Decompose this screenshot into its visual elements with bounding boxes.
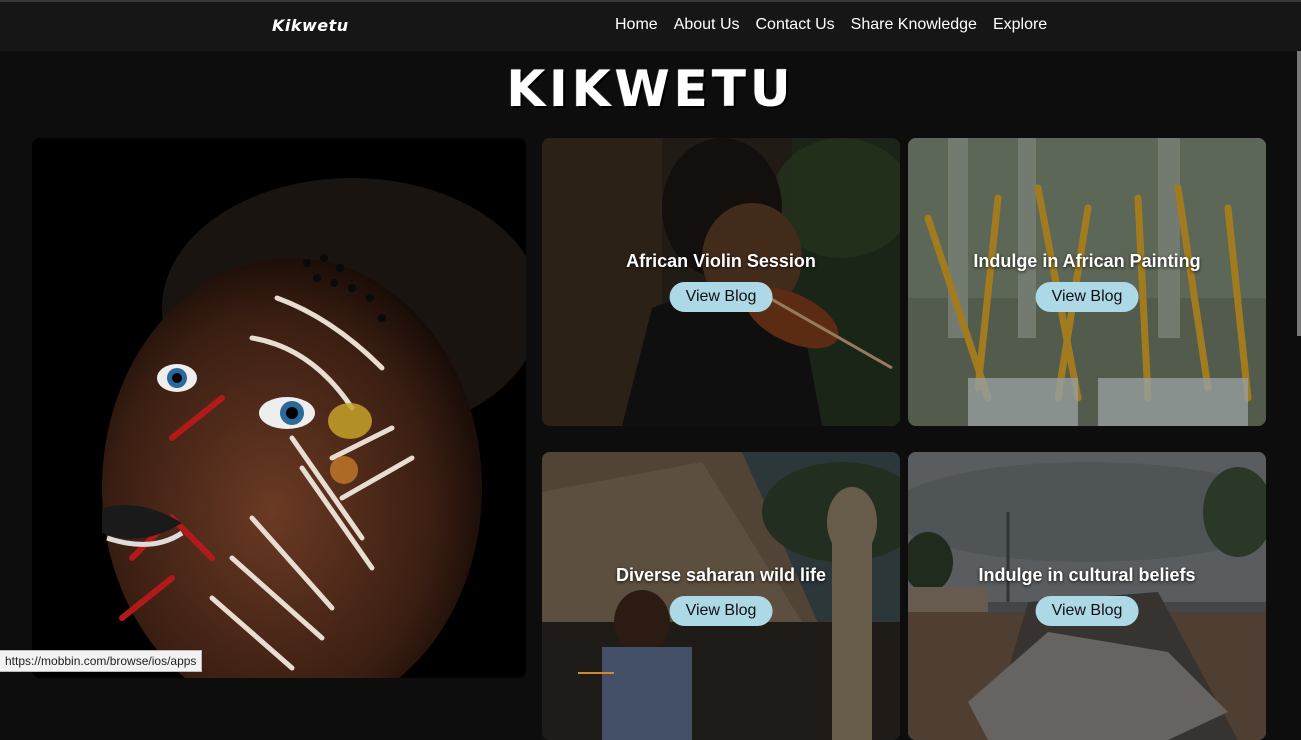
view-blog-button[interactable]: View Blog [1035, 282, 1139, 312]
hero-title: KIKWETU [506, 60, 795, 118]
nav-link-share-knowledge[interactable]: Share Knowledge [851, 16, 977, 34]
blog-card-cultural[interactable]: Indulge in cultural beliefs View Blog [908, 452, 1266, 740]
blog-card-painting[interactable]: Indulge in African Painting View Blog [908, 138, 1266, 426]
card-title: Indulge in cultural beliefs [978, 565, 1196, 585]
blog-card-violin[interactable]: African Violin Session View Blog [542, 138, 900, 426]
face-paint-portrait-image [32, 138, 526, 678]
blog-card-wildlife[interactable]: Diverse saharan wild life View Blog [542, 452, 900, 740]
nav-link-contact-us[interactable]: Contact Us [756, 16, 835, 34]
view-blog-button[interactable]: View Blog [1035, 596, 1139, 626]
nav-links: Home About Us Contact Us Share Knowledge… [615, 16, 1047, 34]
status-bar-url: https://mobbin.com/browse/ios/apps [0, 650, 203, 672]
view-blog-button[interactable]: View Blog [669, 282, 773, 312]
top-navbar: Kikwetu Home About Us Contact Us Share K… [0, 2, 1301, 51]
featured-image [32, 138, 526, 678]
view-blog-button[interactable]: View Blog [669, 596, 773, 626]
card-title: Indulge in African Painting [973, 251, 1201, 271]
card-title: Diverse saharan wild life [615, 565, 827, 585]
nav-link-about-us[interactable]: About Us [674, 16, 740, 34]
card-title: African Violin Session [626, 251, 816, 271]
nav-logo[interactable]: Kikwetu [272, 16, 349, 35]
nav-link-home[interactable]: Home [615, 16, 658, 34]
nav-link-explore[interactable]: Explore [993, 16, 1047, 34]
